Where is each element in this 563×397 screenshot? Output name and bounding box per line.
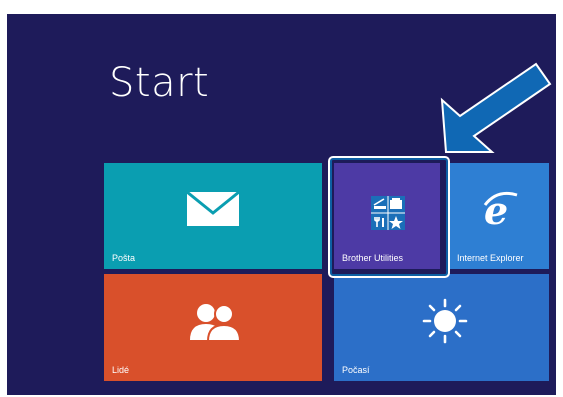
- people-icon: [190, 304, 242, 342]
- internet-explorer-icon: e: [483, 191, 518, 231]
- start-title: Start: [109, 60, 210, 106]
- tile-label: Počasí: [342, 365, 370, 375]
- pointer-arrow-icon: [440, 62, 552, 153]
- tile-mail[interactable]: Pošta: [104, 163, 322, 269]
- tile-internet-explorer[interactable]: e Internet Explorer: [449, 163, 549, 269]
- tile-label: Internet Explorer: [457, 253, 524, 263]
- tile-label: Brother Utilities: [342, 253, 404, 263]
- tile-brother-utilities[interactable]: Brother Utilities: [334, 163, 440, 269]
- tile-label: Lidé: [112, 365, 130, 375]
- tile-label: Pošta: [112, 253, 136, 263]
- tile-weather[interactable]: Počasí: [334, 274, 549, 381]
- sun-icon: [422, 298, 468, 344]
- tile-people[interactable]: Lidé: [104, 274, 322, 381]
- brother-utilities-icon: [371, 196, 405, 230]
- envelope-icon: [186, 191, 240, 226]
